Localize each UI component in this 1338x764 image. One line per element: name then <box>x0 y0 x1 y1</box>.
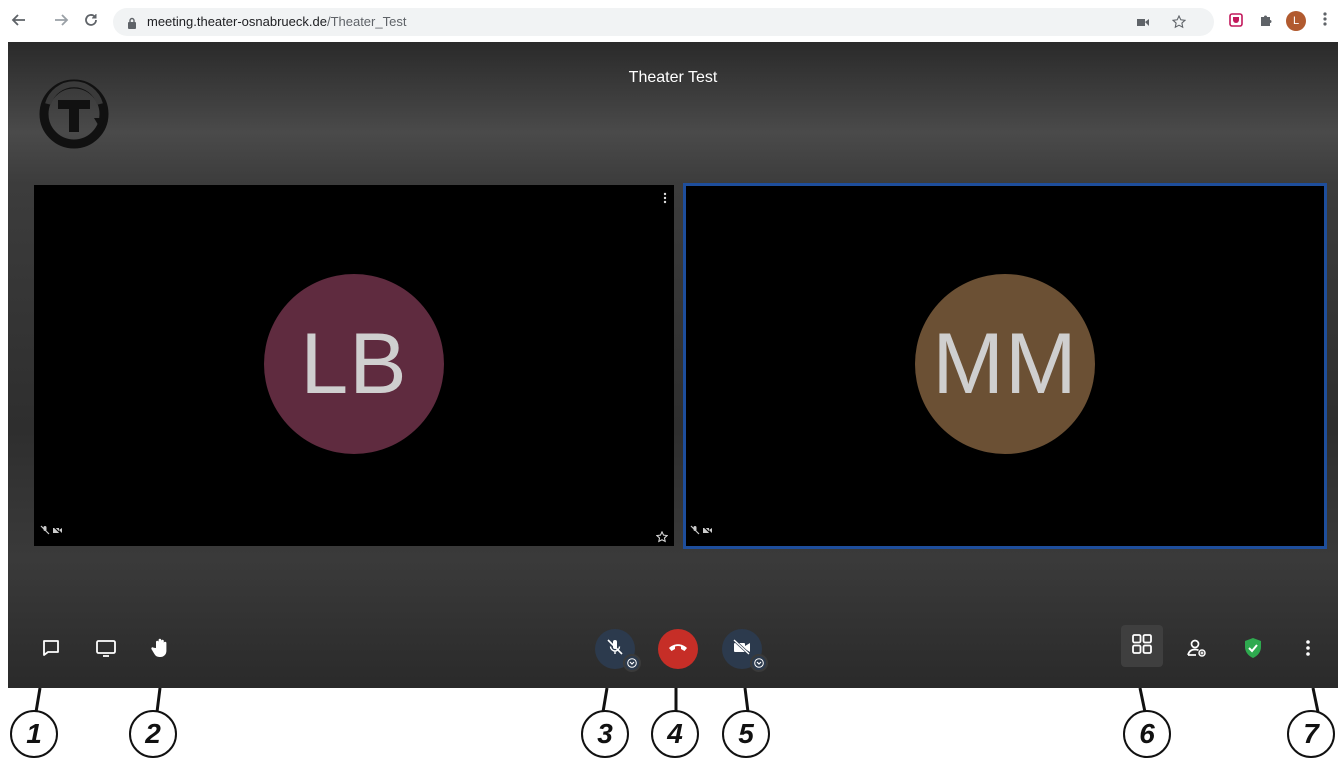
extension-shield-icon[interactable] <box>1227 11 1245 29</box>
callout-1: 1 <box>10 710 58 758</box>
url-path: /Theater_Test <box>326 14 407 29</box>
microphone-button[interactable] <box>595 629 641 672</box>
callout-4: 4 <box>651 710 699 758</box>
tile-view-icon <box>1131 633 1153 660</box>
mic-muted-icon <box>40 522 50 540</box>
more-options-icon[interactable] <box>1293 633 1323 663</box>
tile-view-button[interactable] <box>1121 625 1163 667</box>
chevron-down-icon[interactable] <box>623 654 641 672</box>
callout-2: 2 <box>129 710 177 758</box>
camera-button[interactable] <box>722 629 768 672</box>
camera-off-icon <box>52 522 62 540</box>
address-bar[interactable]: meeting.theater-osnabrueck.de/Theater_Te… <box>113 8 1214 36</box>
url-text: meeting.theater-osnabrueck.de/Theater_Te… <box>147 14 406 29</box>
screenshare-icon[interactable] <box>91 633 121 663</box>
star-icon[interactable] <box>1171 14 1187 30</box>
reload-icon[interactable] <box>80 9 102 31</box>
mic-muted-icon <box>690 522 700 540</box>
meeting-title: Theater Test <box>628 69 718 86</box>
microphone-muted-icon <box>606 638 624 661</box>
participant-tile-lb[interactable]: LB <box>34 185 674 546</box>
browser-toolbar: meeting.theater-osnabrueck.de/Theater_Te… <box>0 0 1338 42</box>
lock-icon[interactable] <box>127 16 137 34</box>
tile-menu-icon[interactable] <box>662 191 668 205</box>
avatar-mm: MM <box>915 274 1095 454</box>
callout-3: 3 <box>581 710 629 758</box>
participants-icon[interactable] <box>1182 633 1212 663</box>
status-icons <box>690 522 712 540</box>
profile-avatar[interactable]: L <box>1286 11 1306 31</box>
kebab-menu-icon[interactable] <box>1320 11 1330 31</box>
star-icon[interactable] <box>655 530 669 543</box>
chat-icon[interactable] <box>36 633 66 663</box>
chevron-down-icon[interactable] <box>750 654 768 672</box>
theater-logo <box>38 78 110 150</box>
raise-hand-icon[interactable] <box>146 633 176 663</box>
security-shield-icon[interactable] <box>1238 633 1268 663</box>
camera-icon[interactable] <box>1135 14 1151 30</box>
back-arrow-icon[interactable] <box>8 9 30 31</box>
camera-off-icon <box>732 638 752 661</box>
participant-tile-mm[interactable]: MM <box>683 183 1327 549</box>
callout-7: 7 <box>1287 710 1335 758</box>
callout-5: 5 <box>722 710 770 758</box>
url-domain: meeting.theater-osnabrueck.de <box>147 14 327 29</box>
callout-annotations: 1 2 3 4 5 6 7 <box>0 688 1338 764</box>
status-icons <box>40 522 62 540</box>
meeting-area: Theater Test LB MM <box>8 42 1338 688</box>
callout-6: 6 <box>1123 710 1171 758</box>
avatar-lb: LB <box>264 274 444 454</box>
camera-off-icon <box>702 522 712 540</box>
puzzle-icon[interactable] <box>1257 11 1275 29</box>
hangup-icon <box>667 640 689 659</box>
forward-arrow-icon[interactable] <box>50 9 72 31</box>
hangup-button[interactable] <box>658 629 698 669</box>
